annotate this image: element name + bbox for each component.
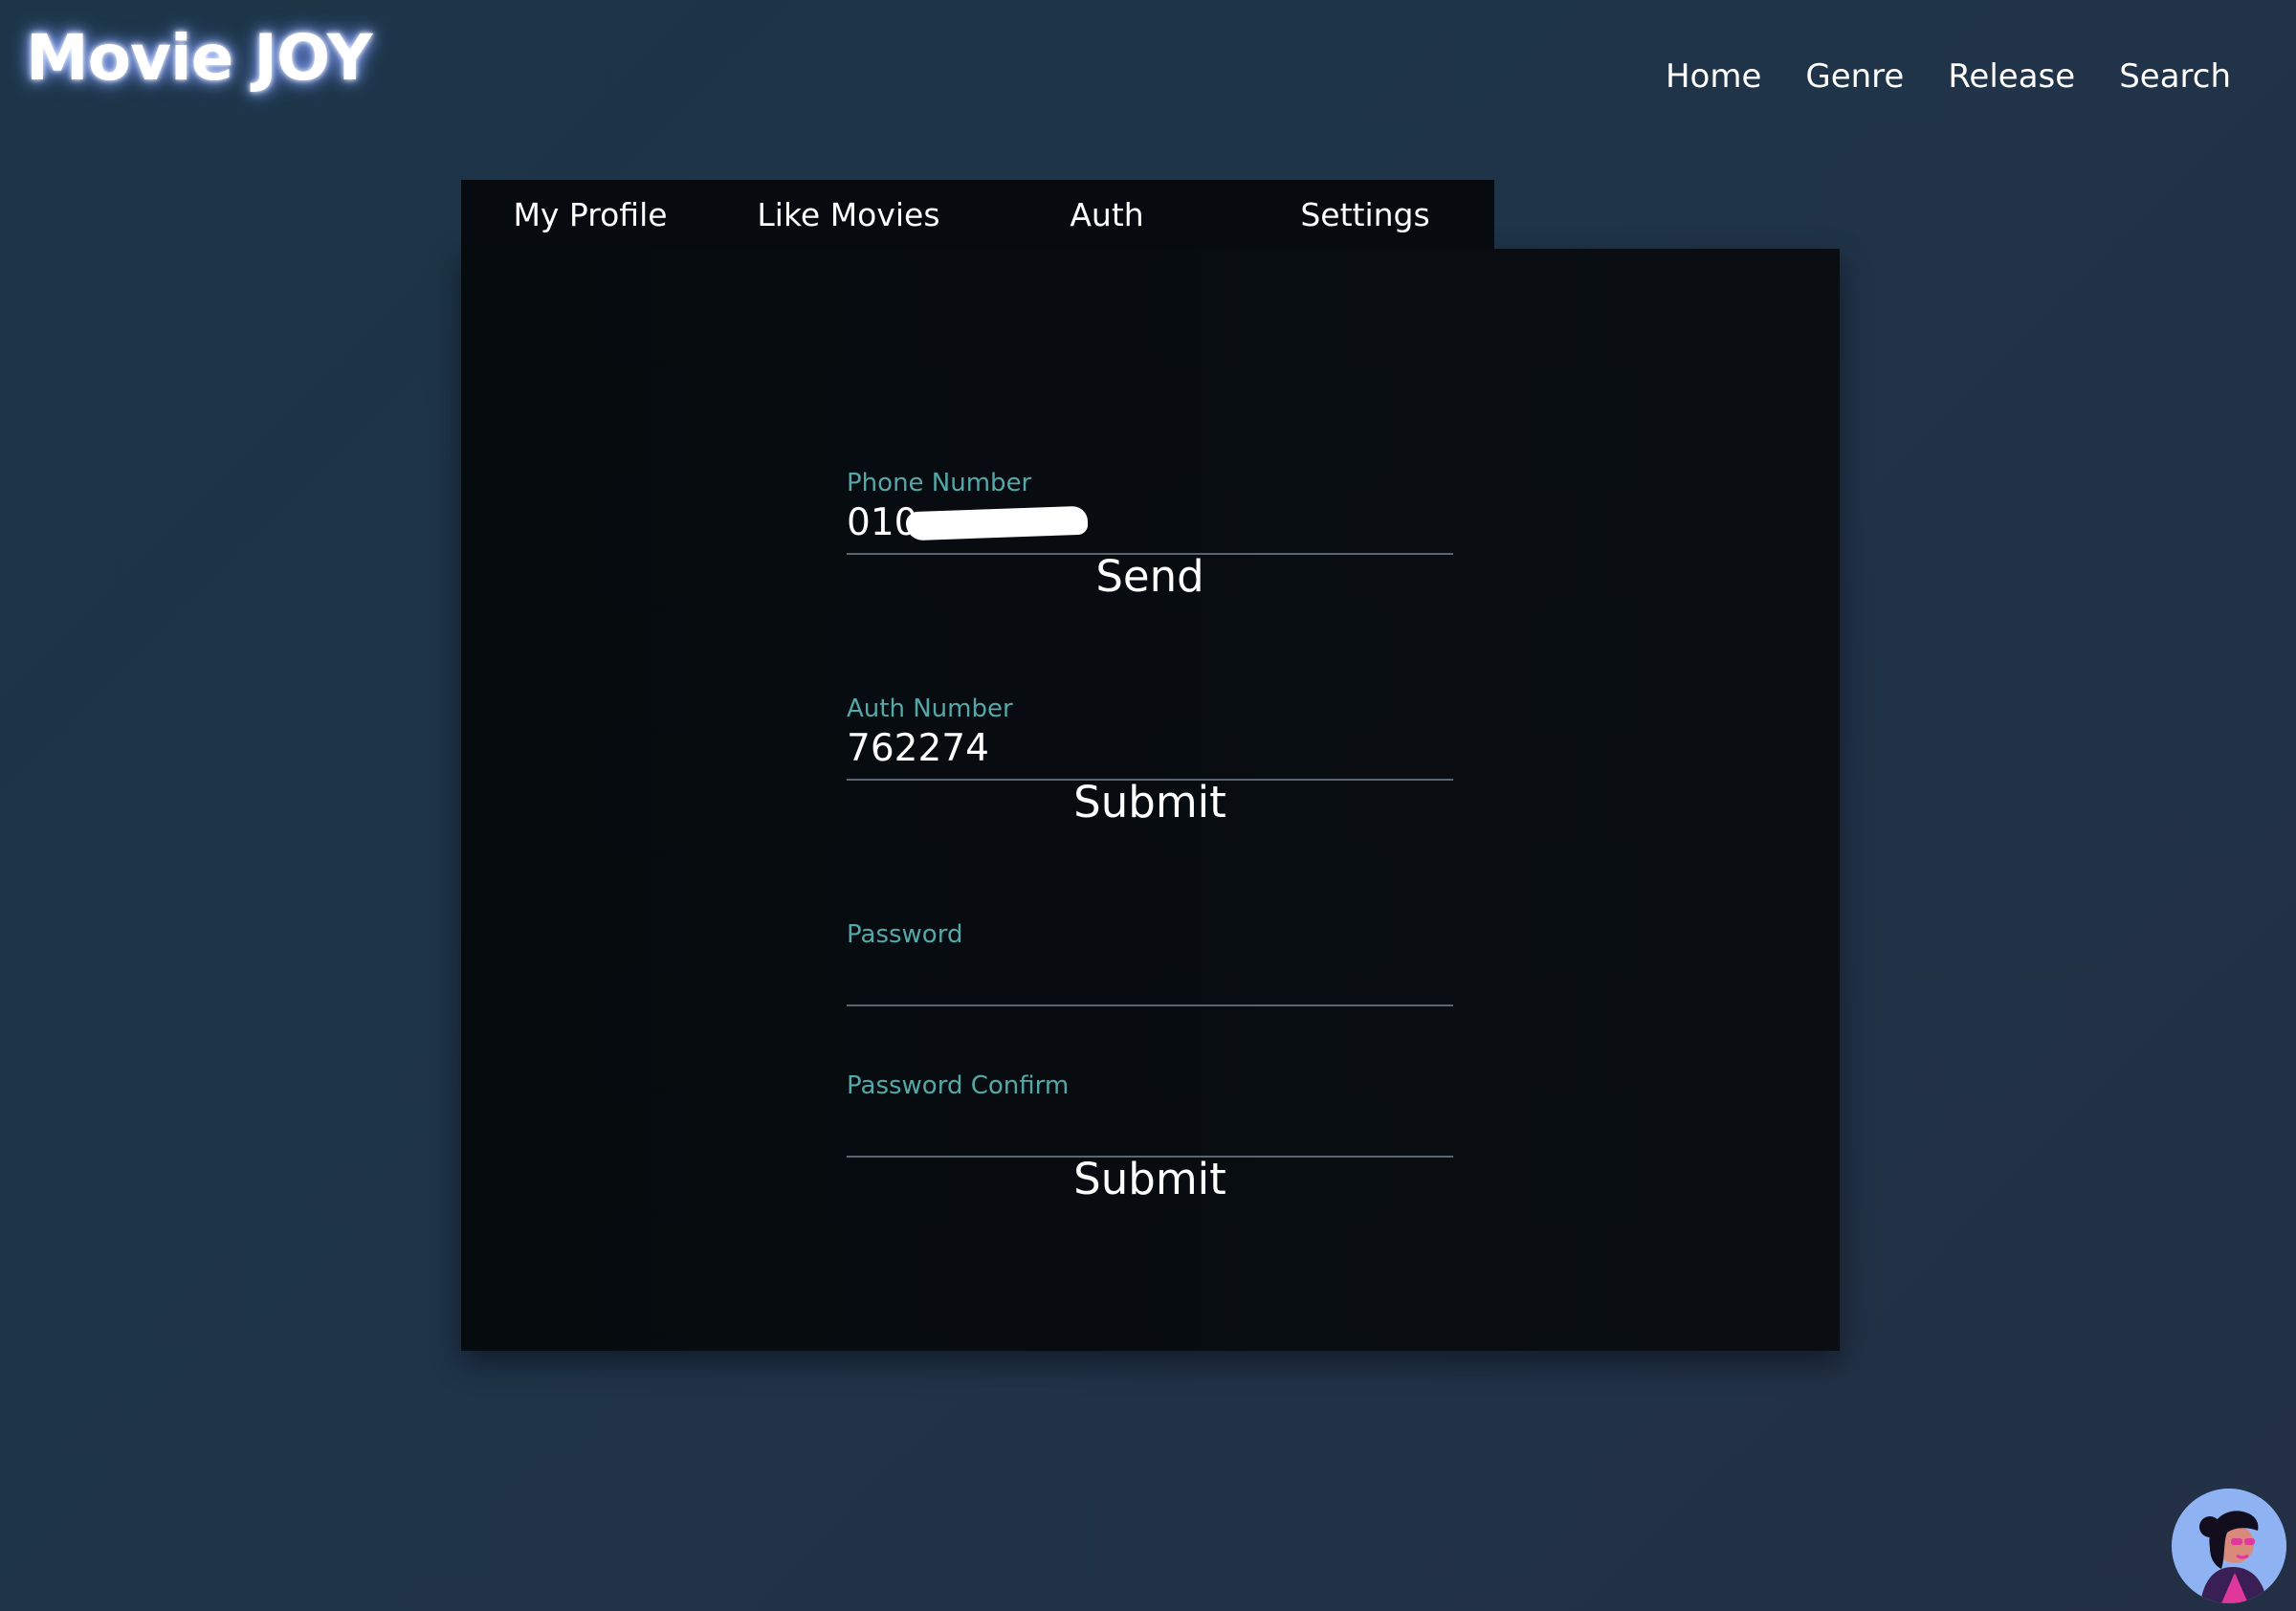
nav-search-link[interactable]: Search	[2119, 57, 2231, 96]
nav-genre-link[interactable]: Genre	[1805, 57, 1904, 96]
phone-number-input[interactable]: 010	[847, 499, 1453, 553]
password-field[interactable]: Password	[847, 918, 1453, 1006]
auth-submit-button[interactable]: Submit	[847, 777, 1453, 828]
account-panel: Phone Number 010 Send Auth Number 762274…	[461, 180, 1840, 1351]
password-label: Password	[847, 920, 963, 949]
top-nav: Home Genre Release Search	[1666, 57, 2231, 96]
auth-card: Phone Number 010 Send Auth Number 762274…	[461, 249, 1840, 1351]
tab-like-movies[interactable]: Like Movies	[719, 180, 978, 249]
auth-number-input[interactable]: 762274	[847, 725, 1453, 779]
user-avatar-icon[interactable]	[2172, 1489, 2286, 1603]
send-button[interactable]: Send	[847, 551, 1453, 602]
password-input[interactable]	[847, 951, 1453, 1004]
nav-home-link[interactable]: Home	[1666, 57, 1761, 96]
password-confirm-field[interactable]: Password Confirm	[847, 1070, 1453, 1158]
password-submit-button[interactable]: Submit	[847, 1154, 1453, 1204]
password-confirm-label: Password Confirm	[847, 1071, 1070, 1100]
auth-number-label: Auth Number	[847, 695, 1013, 723]
password-confirm-input[interactable]	[847, 1102, 1453, 1156]
app-logo[interactable]: Movie JOY	[26, 21, 373, 95]
tab-my-profile[interactable]: My Profile	[461, 180, 719, 249]
avatar-illustration	[2172, 1489, 2286, 1603]
phone-number-label: Phone Number	[847, 469, 1032, 497]
tab-settings[interactable]: Settings	[1236, 180, 1494, 249]
tab-auth[interactable]: Auth	[978, 180, 1236, 249]
profile-tabs: My Profile Like Movies Auth Settings	[461, 180, 1494, 249]
nav-release-link[interactable]: Release	[1948, 57, 2075, 96]
auth-number-field[interactable]: Auth Number 762274	[847, 693, 1453, 781]
phone-number-field[interactable]: Phone Number 010	[847, 467, 1453, 555]
redaction-mark	[905, 505, 1089, 541]
